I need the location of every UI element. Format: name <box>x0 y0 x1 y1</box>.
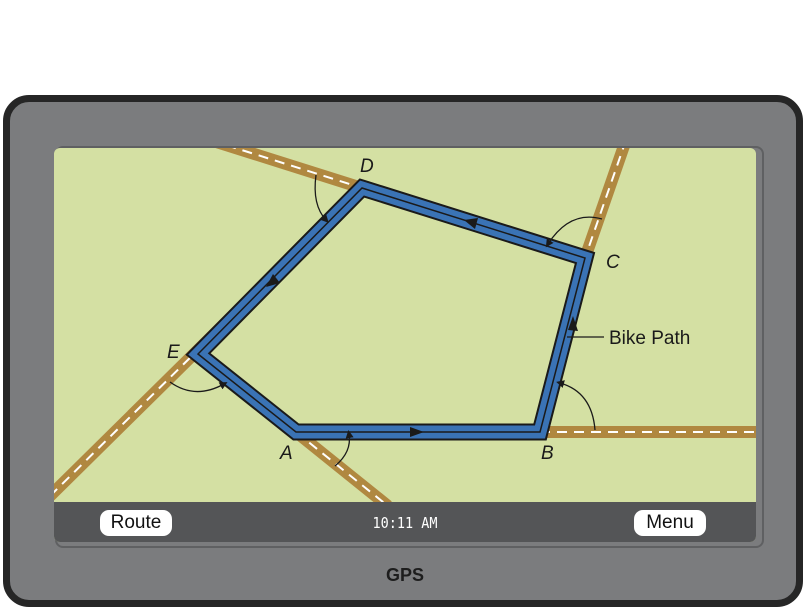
bike-path-label: Bike Path <box>609 328 690 349</box>
vertex-label-e: E <box>167 342 180 363</box>
clock-display: 10:11 AM <box>372 514 438 532</box>
map-screen[interactable]: Bike Path D C E A B Route 10:11 AM Menu <box>54 148 756 542</box>
angle-arc-e <box>169 381 228 393</box>
vertex-label-c: C <box>606 252 620 273</box>
bike-path[interactable] <box>185 178 596 441</box>
route-button[interactable]: Route <box>100 510 172 536</box>
device-brand-label: GPS <box>385 565 424 585</box>
angle-arc-b <box>556 380 596 431</box>
vertex-label-a: A <box>279 443 293 464</box>
menu-button[interactable]: Menu <box>634 510 706 536</box>
map-canvas[interactable]: Bike Path D C E A B <box>54 148 756 542</box>
vertex-label-b: B <box>541 443 554 464</box>
vertex-label-d: D <box>360 156 374 177</box>
bottom-toolbar: Route 10:11 AM Menu <box>54 502 756 542</box>
